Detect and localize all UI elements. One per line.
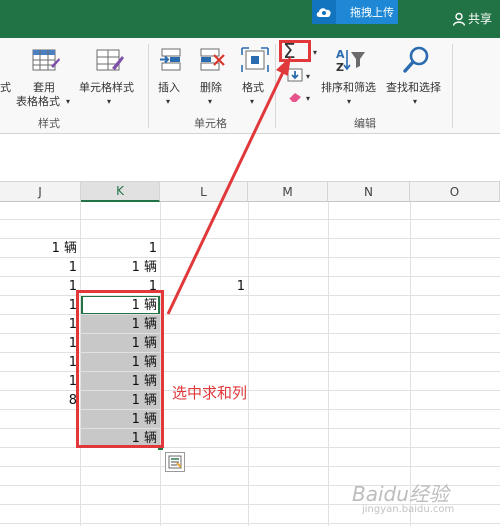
annotation-text: 选中求和列 — [172, 384, 248, 402]
quick-analysis-icon — [168, 455, 182, 469]
watermark-logo: Baidu经验 — [352, 482, 449, 506]
watermark-url: jingyan.baidu.com — [362, 504, 455, 515]
quick-analysis-button[interactable] — [165, 452, 185, 472]
excel-window: 拖拽上传 共享 式 套用 表格格式 ▾ 单元格样式 ▾ 样式 插入 ▾ 删除 ▾… — [0, 0, 500, 526]
pointer-arrow — [166, 56, 291, 315]
